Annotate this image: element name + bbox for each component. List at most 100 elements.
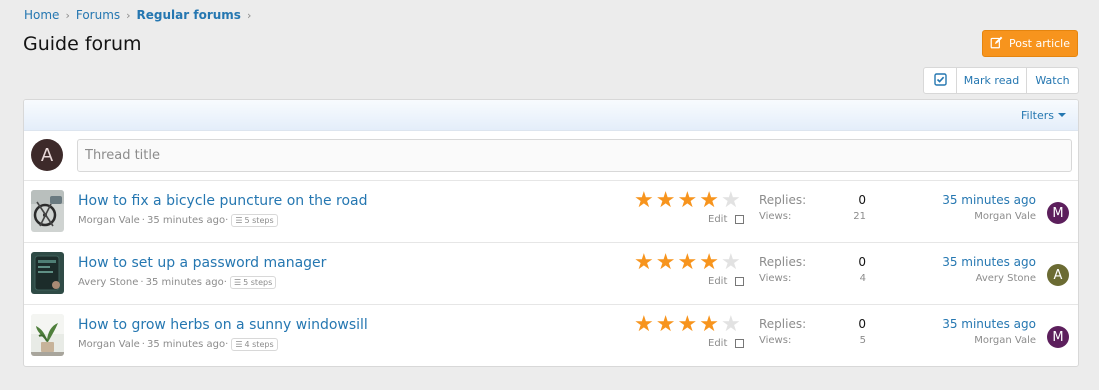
meta-separator: ·: [225, 215, 229, 226]
rating-star-icon[interactable]: ★: [721, 252, 741, 274]
last-poster-link[interactable]: Morgan Vale: [974, 211, 1036, 222]
select-checkbox[interactable]: [735, 277, 745, 286]
edit-link[interactable]: Edit: [708, 276, 727, 287]
watch-button[interactable]: Watch: [1027, 68, 1078, 93]
thread-start-time[interactable]: 35 minutes ago: [147, 215, 225, 226]
list-icon: ☰: [235, 216, 243, 225]
thread-title-link[interactable]: How to grow herbs on a sunny windowsill: [78, 317, 368, 333]
rating-star-icon[interactable]: ★: [634, 252, 654, 274]
views-count: 5: [859, 335, 866, 346]
page-title: Guide forum: [23, 33, 142, 55]
steps-count: 4 steps: [244, 340, 274, 349]
rating-star-icon[interactable]: ★: [699, 190, 719, 212]
thread-thumbnail[interactable]: [31, 252, 64, 294]
thread-row: How to set up a password manager Avery St…: [24, 243, 1078, 305]
replies-label: Replies:: [759, 317, 807, 331]
edit-link[interactable]: Edit: [708, 338, 727, 349]
post-article-button[interactable]: Post article: [982, 30, 1078, 57]
thread-author-link[interactable]: Morgan Vale: [78, 215, 140, 226]
rating-star-icon[interactable]: ★: [656, 252, 676, 274]
thread-title-link[interactable]: How to fix a bicycle puncture on the roa…: [78, 193, 368, 209]
thread-meta: Avery Stone · 35 minutes ago · ☰ 5 steps: [78, 276, 277, 289]
post-article-label: Post article: [1008, 37, 1070, 50]
filter-bar: Filters: [24, 100, 1078, 131]
thread-title-input[interactable]: [77, 139, 1072, 172]
edit-pencil-icon: [990, 36, 1003, 52]
thread-row: How to grow herbs on a sunny windowsill M…: [24, 305, 1078, 366]
breadcrumb: Home › Forums › Regular forums ›: [24, 8, 257, 22]
list-icon: ☰: [235, 340, 243, 349]
rating-star-icon[interactable]: ★: [677, 252, 697, 274]
thread-author-link[interactable]: Morgan Vale: [78, 339, 140, 350]
last-post-time-link[interactable]: 35 minutes ago: [942, 193, 1036, 207]
select-checkbox[interactable]: [735, 339, 745, 348]
chevron-right-icon: ›: [65, 8, 70, 22]
caret-down-icon: [1058, 113, 1066, 117]
filters-label: Filters: [1021, 108, 1054, 122]
thread-thumbnail[interactable]: [31, 190, 64, 232]
thread-title-link[interactable]: How to set up a password manager: [78, 255, 326, 271]
replies-label: Replies:: [759, 255, 807, 269]
rating-star-icon[interactable]: ★: [721, 190, 741, 212]
thread-row: How to fix a bicycle puncture on the roa…: [24, 181, 1078, 243]
edit-area: Edit: [708, 338, 745, 349]
select-checkbox[interactable]: [735, 215, 745, 224]
avatar[interactable]: M: [1047, 326, 1069, 348]
rating-star-icon[interactable]: ★: [677, 190, 697, 212]
rating-star-icon[interactable]: ★: [699, 314, 719, 336]
rating-star-icon[interactable]: ★: [677, 314, 697, 336]
edit-area: Edit: [708, 276, 745, 287]
thread-author-link[interactable]: Avery Stone: [78, 277, 138, 288]
last-post-time-link[interactable]: 35 minutes ago: [942, 317, 1036, 331]
replies-count: 0: [858, 317, 866, 331]
quick-thread-row: A: [24, 131, 1078, 181]
thread-thumbnail[interactable]: [31, 314, 64, 356]
views-label: Views:: [759, 273, 792, 284]
filters-dropdown[interactable]: Filters: [1021, 109, 1066, 122]
rating-stars: ★ ★ ★ ★ ★: [634, 314, 741, 336]
rating-stars: ★ ★ ★ ★ ★: [634, 252, 741, 274]
thread-meta: Morgan Vale · 35 minutes ago · ☰ 4 steps: [78, 338, 278, 351]
views-count: 21: [853, 211, 866, 222]
avatar[interactable]: A: [31, 139, 63, 171]
rating-star-icon[interactable]: ★: [699, 252, 719, 274]
replies-count: 0: [858, 255, 866, 269]
rating-star-icon[interactable]: ★: [721, 314, 741, 336]
select-toggle-button[interactable]: [924, 68, 957, 93]
avatar[interactable]: M: [1047, 202, 1069, 224]
meta-separator: ·: [141, 339, 145, 350]
chevron-right-icon: ›: [246, 8, 252, 22]
breadcrumb-home[interactable]: Home: [24, 8, 59, 22]
views-count: 4: [859, 273, 866, 284]
thread-list: Filters A How to fix a bicycle puncture …: [23, 99, 1079, 367]
meta-separator: ·: [141, 215, 145, 226]
last-post-time-link[interactable]: 35 minutes ago: [942, 255, 1036, 269]
steps-badge: ☰ 5 steps: [229, 276, 277, 289]
rating-star-icon[interactable]: ★: [656, 314, 676, 336]
meta-separator: ·: [223, 277, 227, 288]
views-label: Views:: [759, 335, 792, 346]
rating-star-icon[interactable]: ★: [656, 190, 676, 212]
breadcrumb-regular-forums[interactable]: Regular forums: [137, 8, 241, 22]
meta-separator: ·: [225, 339, 229, 350]
steps-badge: ☰ 4 steps: [231, 338, 278, 351]
mark-read-button[interactable]: Mark read: [957, 68, 1027, 93]
rating-stars: ★ ★ ★ ★ ★: [634, 190, 741, 212]
steps-count: 5 steps: [244, 216, 274, 225]
avatar[interactable]: A: [1047, 264, 1069, 286]
list-icon: ☰: [233, 278, 242, 287]
thread-start-time[interactable]: 35 minutes ago: [147, 339, 225, 350]
rating-star-icon[interactable]: ★: [634, 314, 654, 336]
meta-separator: ·: [140, 277, 144, 288]
rating-star-icon[interactable]: ★: [634, 190, 654, 212]
checkbox-icon: [933, 72, 947, 89]
edit-link[interactable]: Edit: [708, 214, 727, 225]
replies-count: 0: [858, 193, 866, 207]
forum-actions: Mark read Watch: [923, 67, 1079, 94]
last-poster-link[interactable]: Avery Stone: [976, 273, 1036, 284]
replies-label: Replies:: [759, 193, 807, 207]
steps-count: 5 steps: [243, 278, 273, 287]
last-poster-link[interactable]: Morgan Vale: [974, 335, 1036, 346]
thread-start-time[interactable]: 35 minutes ago: [146, 277, 224, 288]
breadcrumb-forums[interactable]: Forums: [76, 8, 120, 22]
